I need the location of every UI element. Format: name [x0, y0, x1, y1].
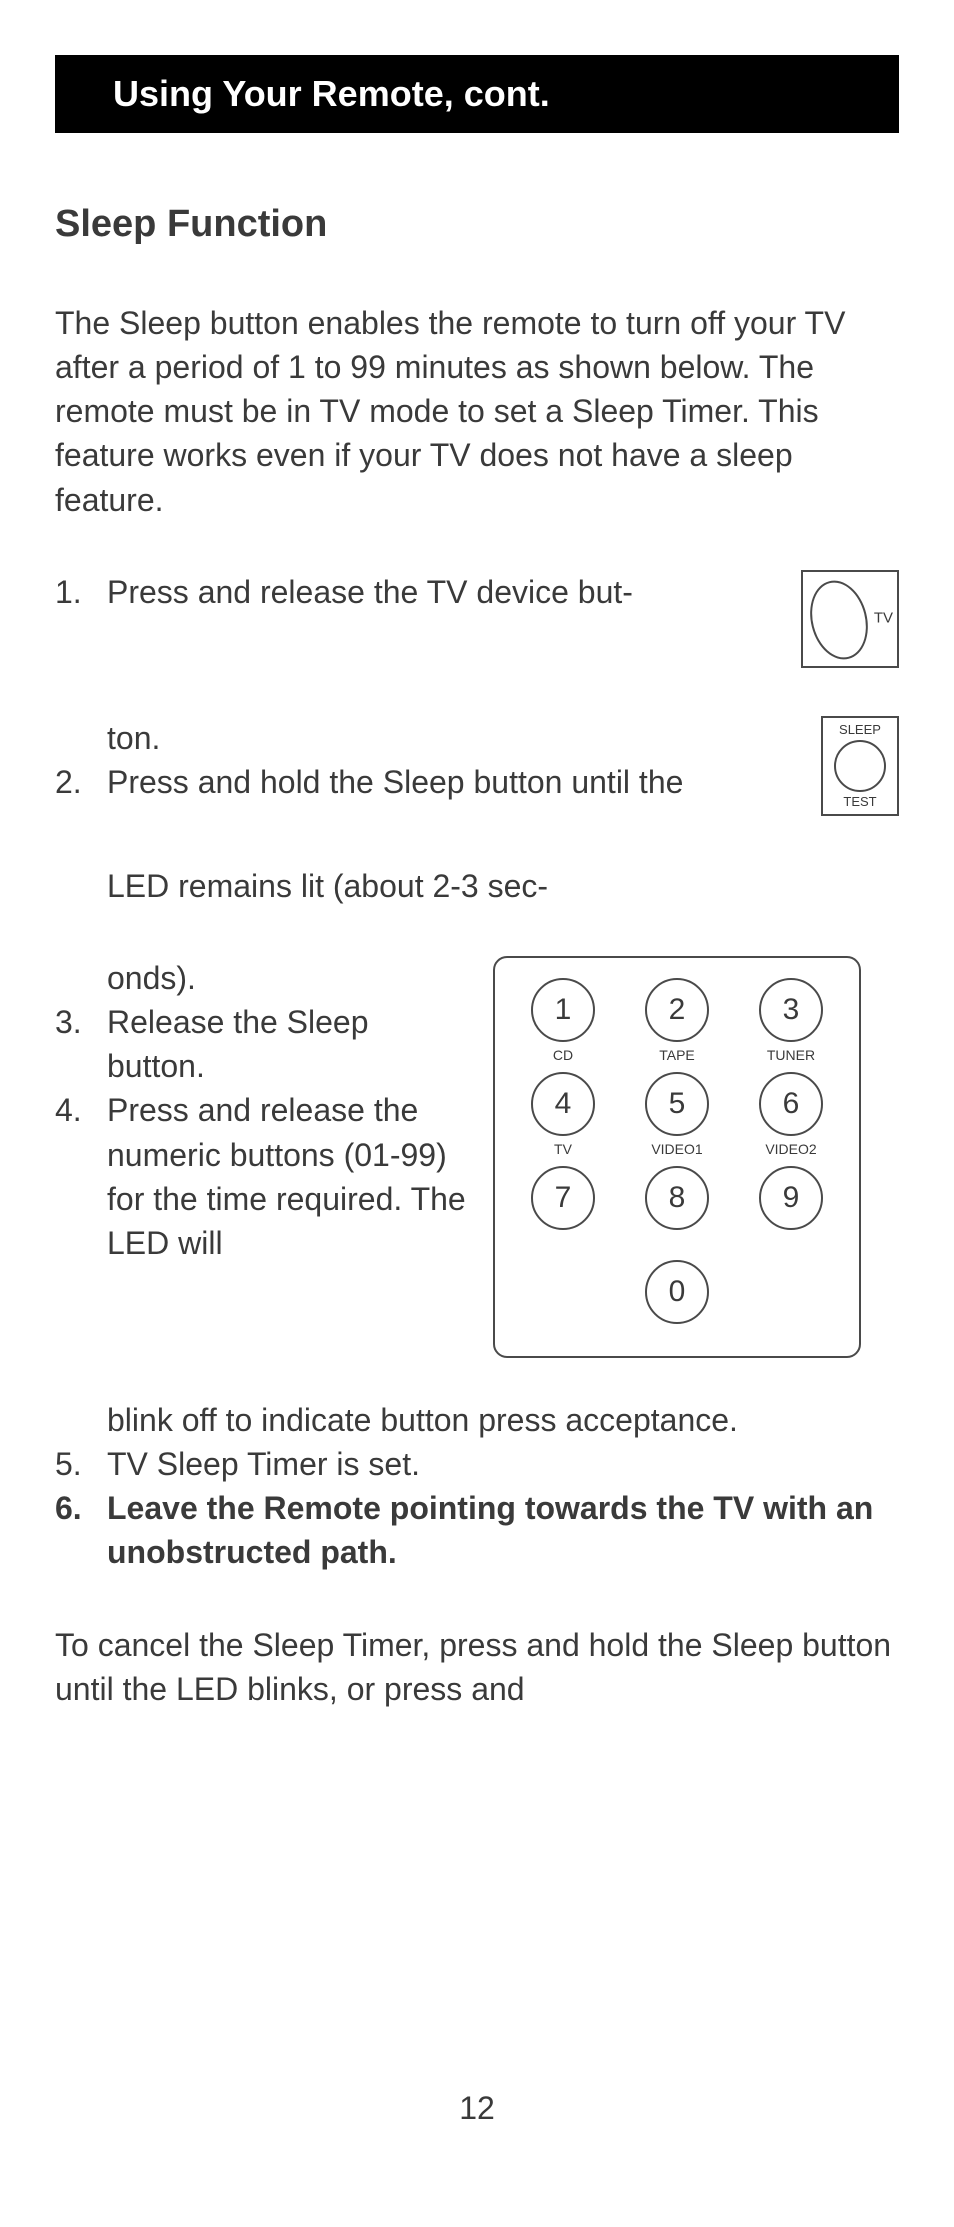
- keypad-label-video2: VIDEO2: [741, 1140, 841, 1158]
- step-4-text-b: blink off to indicate button press accep…: [107, 1398, 899, 1442]
- step-2-text-c: onds).: [107, 956, 475, 1000]
- keypad-button-2: 2: [645, 978, 709, 1042]
- step-1-text-b: ton.: [107, 716, 803, 760]
- step-2-text-b: LED remains lit (about 2-3 sec-: [107, 864, 899, 908]
- keypad-button-8: 8: [645, 1166, 709, 1230]
- page-number: 12: [0, 2090, 954, 2127]
- keypad-button-9: 9: [759, 1166, 823, 1230]
- keypad-button-1: 1: [531, 978, 595, 1042]
- keypad-button-0: 0: [645, 1260, 709, 1324]
- keypad-button-7: 7: [531, 1166, 595, 1230]
- step-4-text-a: Press and release the numeric buttons (0…: [107, 1088, 475, 1265]
- step-6-number: 6.: [55, 1486, 107, 1574]
- keypad-button-3: 3: [759, 978, 823, 1042]
- step-5-text: TV Sleep Timer is set.: [107, 1442, 899, 1486]
- section-title: Sleep Function: [55, 203, 899, 246]
- step-3-text: Release the Sleep button.: [107, 1000, 475, 1088]
- sleep-label: SLEEP: [823, 721, 897, 739]
- tv-device-button-illustration: TV: [801, 570, 899, 668]
- step-1-text-a: Press and release the TV device but-: [107, 570, 783, 614]
- step-5-number: 5.: [55, 1442, 107, 1486]
- tv-button-label: TV: [874, 608, 893, 629]
- cancel-paragraph: To cancel the Sleep Timer, press and hol…: [55, 1623, 899, 1711]
- keypad-button-6: 6: [759, 1072, 823, 1136]
- steps-list: 1. Press and release the TV device but- …: [55, 570, 899, 1575]
- sleep-test-button-illustration: SLEEP TEST: [821, 716, 899, 816]
- keypad-label-video1: VIDEO1: [627, 1140, 727, 1158]
- step-1-number: 1.: [55, 570, 107, 614]
- step-2-text-a: Press and hold the Sleep button until th…: [107, 760, 803, 804]
- step-3-number: 3.: [55, 1000, 107, 1088]
- keypad-label-cd: CD: [513, 1046, 613, 1064]
- step-4-number: 4.: [55, 1088, 107, 1265]
- keypad-label-tuner: TUNER: [741, 1046, 841, 1064]
- step-6-text: Leave the Remote pointing towards the TV…: [107, 1486, 899, 1574]
- keypad-button-5: 5: [645, 1072, 709, 1136]
- keypad-button-4: 4: [531, 1072, 595, 1136]
- numeric-keypad-illustration: 1CD 2TAPE 3TUNER 4TV 5VIDEO1 6VIDEO2 7. …: [493, 956, 861, 1358]
- test-label: TEST: [823, 793, 897, 811]
- step-2-number: 2.: [55, 760, 107, 804]
- manual-page: Using Your Remote, cont. Sleep Function …: [0, 0, 954, 1711]
- keypad-label-tv: TV: [513, 1140, 613, 1158]
- keypad-label-tape: TAPE: [627, 1046, 727, 1064]
- intro-paragraph: The Sleep button enables the remote to t…: [55, 301, 899, 522]
- page-header: Using Your Remote, cont.: [55, 55, 899, 133]
